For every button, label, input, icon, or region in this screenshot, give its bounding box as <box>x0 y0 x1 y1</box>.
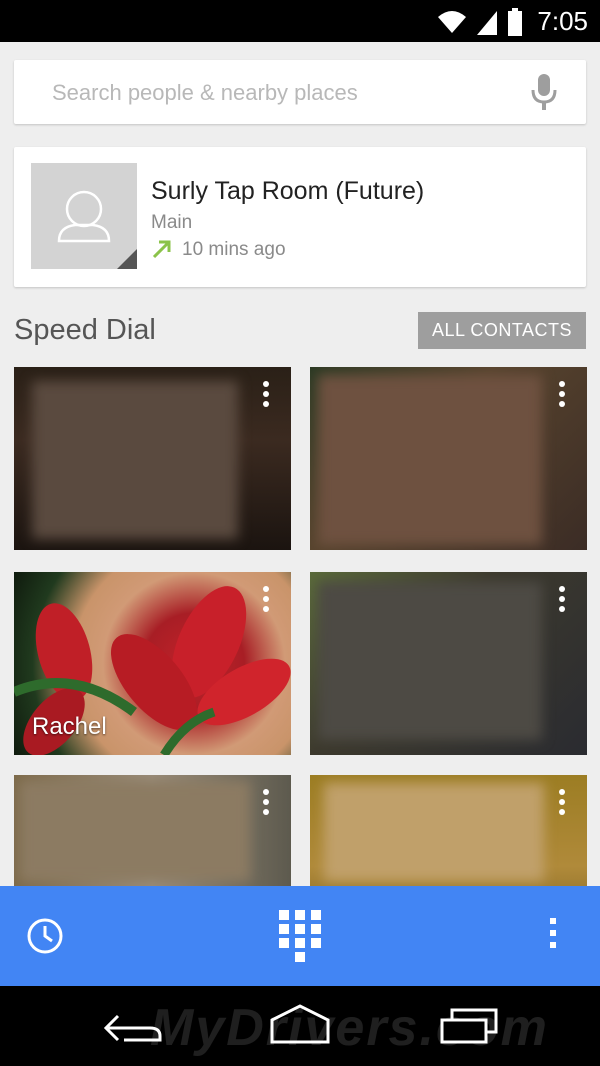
overflow-menu-icon[interactable] <box>549 918 557 954</box>
navigation-bar: MyDrivers.com <box>0 986 600 1066</box>
speed-dial-tile[interactable] <box>14 367 291 550</box>
contact-photo <box>324 783 544 881</box>
recent-call-time: 10 mins ago <box>182 239 286 260</box>
contact-photo <box>318 375 542 545</box>
overflow-menu-icon[interactable] <box>261 789 271 819</box>
dialer-app: Search people & nearby places Surly Tap … <box>0 42 600 986</box>
history-icon[interactable] <box>26 917 64 955</box>
battery-icon <box>508 7 523 36</box>
search-box[interactable]: Search people & nearby places <box>14 60 586 124</box>
back-icon[interactable] <box>104 1010 162 1046</box>
outgoing-call-icon <box>152 240 171 259</box>
contact-photo <box>20 781 250 881</box>
recent-call-name: Surly Tap Room (Future) <box>151 177 425 205</box>
avatar <box>31 163 137 269</box>
status-bar: 7:05 <box>0 0 600 42</box>
contact-photo <box>318 582 542 740</box>
speed-dial-tile[interactable] <box>310 367 587 550</box>
all-contacts-button[interactable]: ALL CONTACTS <box>418 312 586 349</box>
status-time: 7:05 <box>537 6 588 36</box>
speed-dial-name: Rachel <box>32 713 107 740</box>
search-input[interactable]: Search people & nearby places <box>52 80 358 106</box>
overflow-menu-icon[interactable] <box>261 586 271 616</box>
overflow-menu-icon[interactable] <box>557 586 567 616</box>
mic-icon[interactable] <box>530 74 558 110</box>
speed-dial-tile[interactable] <box>310 572 587 755</box>
recent-call-card[interactable]: Surly Tap Room (Future) Main 10 mins ago <box>14 147 586 287</box>
quick-contact-badge <box>117 249 137 269</box>
dialpad-icon[interactable] <box>279 910 321 964</box>
bottom-action-bar <box>0 886 600 986</box>
contact-photo <box>32 381 238 539</box>
signal-icon <box>477 10 498 35</box>
wifi-icon <box>438 10 467 33</box>
status-icons: 7:05 <box>437 6 588 37</box>
recents-icon[interactable] <box>440 1008 498 1044</box>
speed-dial-title: Speed Dial <box>14 314 156 346</box>
overflow-menu-icon[interactable] <box>261 381 271 411</box>
recent-call-type: Main <box>151 212 193 233</box>
overflow-menu-icon[interactable] <box>557 381 567 411</box>
speed-dial-tile[interactable]: Rachel <box>14 572 291 755</box>
home-icon[interactable] <box>268 1004 332 1044</box>
overflow-menu-icon[interactable] <box>557 789 567 819</box>
